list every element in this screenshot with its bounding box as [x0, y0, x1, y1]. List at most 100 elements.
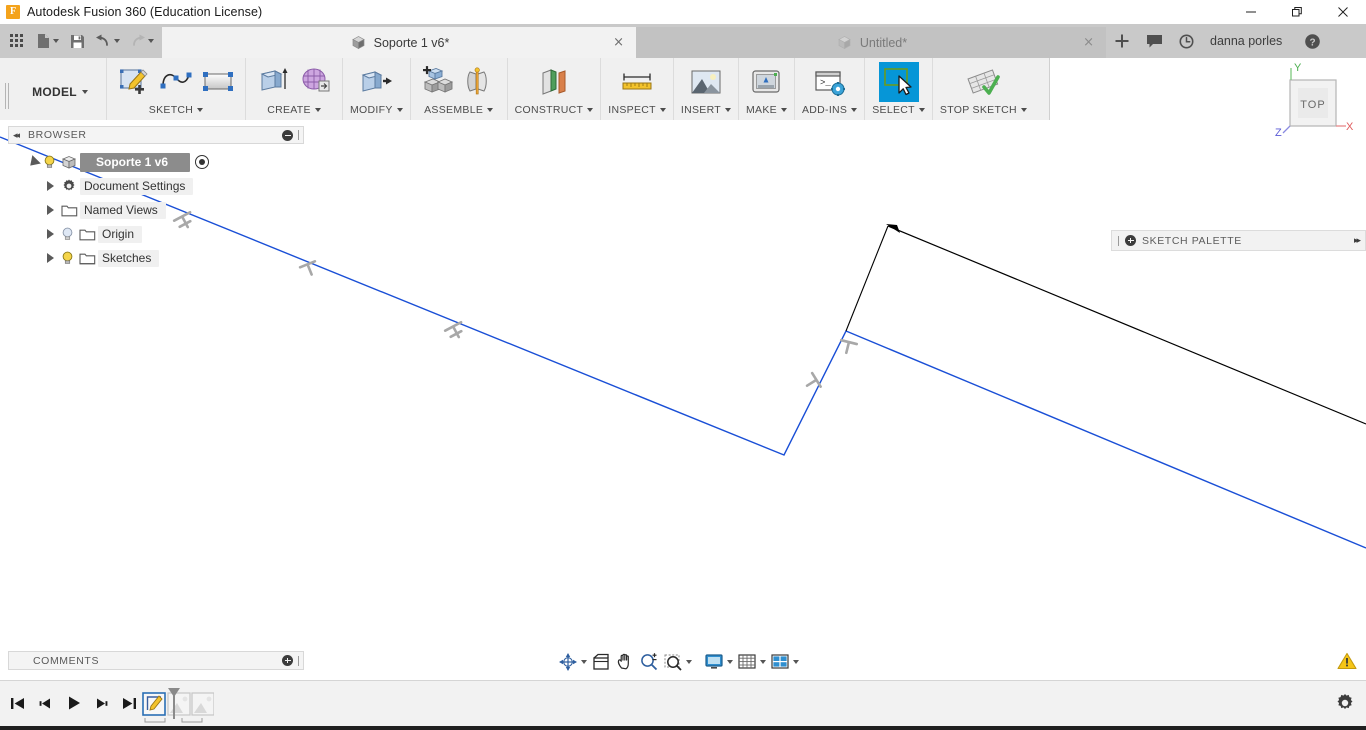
username-label[interactable]: danna porles — [1202, 34, 1296, 48]
expand-arrow-icon[interactable] — [42, 205, 58, 215]
stop-sketch-icon[interactable] — [963, 62, 1003, 102]
ribbon-group-label[interactable]: STOP SKETCH — [940, 102, 1027, 118]
chevron-down-icon[interactable] — [113, 39, 120, 43]
orbit-icon[interactable] — [556, 649, 589, 675]
chevron-down-icon[interactable] — [918, 108, 925, 112]
palette-expand-icon[interactable]: ▸▸ — [1354, 235, 1361, 246]
browser-minus-icon[interactable] — [282, 129, 293, 141]
chevron-down-icon[interactable] — [851, 108, 858, 112]
chevron-down-icon[interactable] — [581, 660, 587, 664]
visibility-bulb-icon[interactable] — [40, 155, 58, 169]
panel-drag-handle[interactable] — [298, 130, 299, 140]
3d-print-icon[interactable] — [746, 62, 786, 102]
zoom-window-icon[interactable] — [661, 649, 694, 675]
view-cube[interactable]: TOP Y X Z — [1258, 60, 1366, 155]
pan-icon[interactable] — [613, 649, 637, 675]
press-pull-icon[interactable] — [356, 62, 396, 102]
settings-gear-icon[interactable] — [1334, 692, 1356, 719]
tree-item-root[interactable]: Soporte 1 v6 — [8, 150, 304, 174]
chevron-down-icon[interactable] — [659, 108, 666, 112]
insert-image-icon[interactable] — [686, 62, 726, 102]
ribbon-group-label[interactable]: MAKE — [746, 102, 787, 118]
ribbon-group-label[interactable]: INSPECT — [608, 102, 666, 118]
close-button[interactable] — [1320, 0, 1366, 24]
timeline-play-button[interactable] — [64, 693, 82, 713]
display-settings-icon[interactable] — [702, 649, 735, 675]
tree-item-named-views[interactable]: Named Views — [8, 198, 304, 222]
create-form-icon[interactable] — [295, 62, 335, 102]
visibility-bulb-icon[interactable] — [58, 227, 76, 241]
chevron-down-icon[interactable] — [793, 660, 799, 664]
spline-icon[interactable] — [156, 62, 196, 102]
script-addin-icon[interactable]: >_ — [810, 62, 850, 102]
chevron-down-icon[interactable] — [725, 108, 731, 112]
chevron-down-icon[interactable] — [81, 90, 88, 94]
history-clock-icon[interactable] — [1170, 24, 1202, 58]
comment-icon[interactable] — [1138, 24, 1170, 58]
extrude-icon[interactable] — [253, 62, 293, 102]
collapse-left-icon[interactable]: ◂◂ — [13, 130, 20, 141]
help-icon[interactable]: ? — [1296, 24, 1328, 58]
create-sketch-icon[interactable] — [114, 62, 154, 102]
timeline-step-back-button[interactable] — [36, 693, 54, 713]
zoom-icon[interactable] — [637, 649, 661, 675]
minimize-button[interactable] — [1228, 0, 1274, 24]
ribbon-group-label[interactable]: MODIFY — [350, 102, 403, 118]
ribbon-group-label[interactable]: ASSEMBLE — [424, 102, 494, 118]
palette-drag-handle[interactable] — [1118, 235, 1119, 246]
workspace-selector[interactable]: MODEL — [14, 58, 106, 120]
app-grid-icon[interactable] — [4, 28, 30, 54]
timeline-go-end-button[interactable] — [120, 693, 138, 713]
activate-component-radio[interactable] — [195, 155, 210, 169]
expand-arrow-icon[interactable] — [42, 181, 58, 191]
chevron-down-icon[interactable] — [147, 39, 154, 43]
new-file-icon[interactable] — [30, 28, 64, 54]
chevron-down-icon[interactable] — [760, 660, 766, 664]
timeline-go-start-button[interactable] — [8, 693, 26, 713]
redo-icon[interactable] — [124, 28, 158, 54]
ribbon-group-label[interactable]: SELECT — [872, 102, 925, 118]
ribbon-group-label[interactable]: INSERT — [681, 102, 731, 118]
joint-icon[interactable] — [460, 62, 500, 102]
chevron-down-icon[interactable] — [396, 108, 403, 112]
offset-plane-icon[interactable] — [534, 62, 574, 102]
ribbon-group-label[interactable]: SKETCH — [149, 102, 204, 118]
tab-untitled[interactable]: Untitled* × — [636, 27, 1106, 58]
warning-triangle-icon[interactable] — [1337, 652, 1357, 675]
chevron-down-icon[interactable] — [314, 108, 321, 112]
save-icon[interactable] — [64, 28, 90, 54]
sketch-palette-panel[interactable]: SKETCH PALETTE ▸▸ — [1111, 230, 1366, 251]
expand-arrow-icon[interactable] — [42, 229, 58, 239]
timeline-step-forward-button[interactable] — [92, 693, 110, 713]
chevron-down-icon[interactable] — [686, 660, 692, 664]
ribbon-group-label[interactable]: CONSTRUCT — [515, 102, 594, 118]
ribbon-grip[interactable] — [0, 58, 14, 120]
tab-soporte-1[interactable]: Soporte 1 v6* × — [162, 27, 636, 58]
chevron-down-icon[interactable] — [1020, 108, 1027, 112]
tab-close-button[interactable]: × — [1083, 36, 1094, 49]
chevron-down-icon[interactable] — [197, 108, 204, 112]
browser-header[interactable]: ◂◂ BROWSER — [8, 126, 304, 144]
undo-icon[interactable] — [90, 28, 124, 54]
chevron-down-icon[interactable] — [487, 108, 494, 112]
tab-close-button[interactable]: × — [613, 36, 624, 49]
tree-item-origin[interactable]: Origin — [8, 222, 304, 246]
viewports-icon[interactable] — [768, 649, 801, 675]
chevron-down-icon[interactable] — [780, 108, 787, 112]
look-at-icon[interactable] — [589, 649, 613, 675]
measure-icon[interactable] — [617, 62, 657, 102]
add-comment-icon[interactable] — [282, 655, 293, 666]
comments-panel[interactable]: COMMENTS — [8, 651, 304, 670]
tree-item-document-settings[interactable]: Document Settings — [8, 174, 304, 198]
chevron-down-icon[interactable] — [727, 660, 733, 664]
chevron-down-icon[interactable] — [587, 108, 594, 112]
palette-add-icon[interactable] — [1125, 235, 1136, 246]
tree-item-sketches[interactable]: Sketches — [8, 246, 304, 270]
expand-arrow-icon[interactable] — [24, 154, 41, 170]
expand-arrow-icon[interactable] — [42, 253, 58, 263]
visibility-bulb-icon[interactable] — [58, 251, 76, 265]
restore-button[interactable] — [1274, 0, 1320, 24]
rectangle-icon[interactable] — [198, 62, 238, 102]
select-cursor-icon[interactable] — [878, 62, 919, 102]
chevron-down-icon[interactable] — [52, 39, 59, 43]
